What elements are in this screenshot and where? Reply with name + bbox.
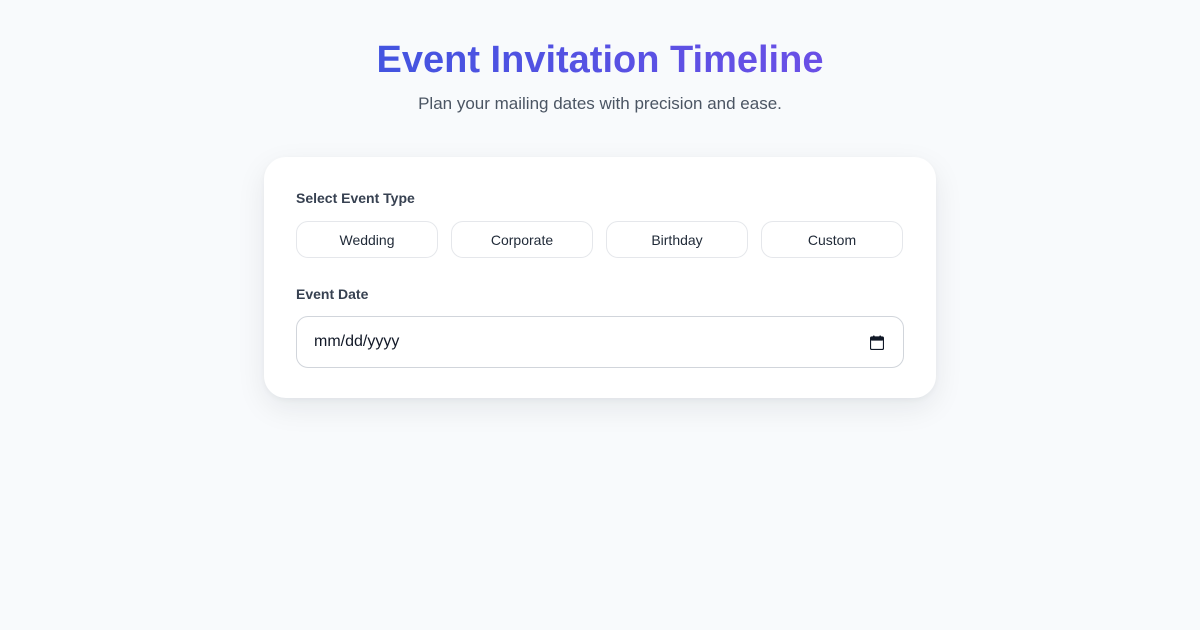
event-type-label: Select Event Type [296, 190, 415, 206]
event-type-options: Wedding Corporate Birthday Custom [296, 221, 904, 258]
page-subtitle: Plan your mailing dates with precision a… [418, 94, 782, 113]
page-title: Event Invitation Timeline [377, 36, 824, 84]
event-type-custom-button[interactable]: Custom [761, 221, 903, 258]
event-date-placeholder: mm/dd/yyyy [314, 333, 400, 350]
event-date-label: Event Date [296, 286, 369, 302]
event-form-card: Select Event Type Wedding Corporate Birt… [264, 157, 936, 398]
event-date-input[interactable]: mm/dd/yyyy [296, 316, 904, 368]
event-type-corporate-button[interactable]: Corporate [451, 221, 593, 258]
page-header: Event Invitation Timeline Plan your mail… [0, 36, 1200, 116]
event-type-birthday-button[interactable]: Birthday [606, 221, 748, 258]
calendar-icon[interactable] [869, 334, 885, 350]
event-type-wedding-button[interactable]: Wedding [296, 221, 438, 258]
